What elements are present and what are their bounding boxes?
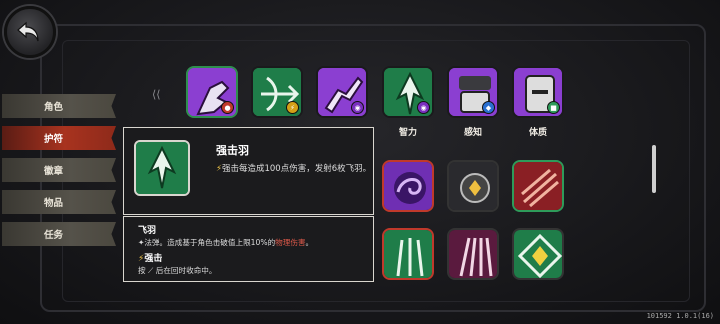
- kw-text-b: 物理伤害: [275, 238, 306, 247]
- tab-label: 护符: [44, 134, 64, 145]
- blade-fan-icon: [449, 230, 497, 278]
- tab-label: 徽章: [44, 166, 64, 177]
- back-arrow-icon: [17, 21, 39, 42]
- wand-icon: ⟋: [145, 266, 156, 275]
- tooltip-card: 强击羽 ⚡强击每造成100点伤害，发射6枚飞羽。: [123, 127, 374, 215]
- bolt-badge-icon: ⚡: [286, 101, 299, 114]
- tab-label: 任务: [44, 230, 64, 241]
- shield-badge-icon: ■: [547, 101, 560, 114]
- grid-skill-1[interactable]: [382, 160, 434, 212]
- slot-label: 智力: [398, 128, 417, 138]
- grid-skill-5[interactable]: [447, 228, 499, 280]
- desc-text: 每造成100点伤害，发射6枚飞羽。: [238, 164, 372, 174]
- tooltip-title: 强击羽: [216, 144, 249, 157]
- keyword-title: 飞羽: [138, 226, 157, 236]
- swirl-badge-icon: ◉: [417, 101, 430, 114]
- slot-skill-3[interactable]: ◉: [316, 66, 368, 118]
- gem-badge-icon: ◆: [482, 101, 495, 114]
- grid-skill-4[interactable]: [382, 228, 434, 280]
- back-button[interactable]: [4, 6, 56, 58]
- fire-badge-icon: ●: [221, 101, 234, 114]
- tab-label: 物品: [44, 198, 64, 209]
- slash-claw-icon: [514, 162, 562, 210]
- kw2-title: 强击: [144, 254, 163, 264]
- tab-quests[interactable]: 任务: [2, 222, 116, 246]
- tab-badge[interactable]: 徽章: [2, 158, 116, 182]
- slot-skill-2[interactable]: ⚡: [251, 66, 303, 118]
- tab-amulet[interactable]: 护符: [2, 126, 116, 150]
- keyword-text: 按 ⟋ 后在回时收命中。: [138, 265, 217, 276]
- grid-skill-3[interactable]: [512, 160, 564, 212]
- swirl-orb-icon: [384, 162, 432, 210]
- tab-character[interactable]: 角色: [2, 94, 116, 118]
- swirl-badge-icon: ◉: [351, 101, 364, 114]
- keyword-card: 飞羽 ✦法弹。造成基于角色击破值上限10%的物理伤害。 ⚡强击 按 ⟋ 后在回时…: [123, 216, 374, 282]
- grid-skill-6[interactable]: [512, 228, 564, 280]
- slot-label: 感知: [463, 128, 482, 138]
- tab-label: 角色: [44, 102, 64, 113]
- kw2-text-b: 后在回时收命中。: [155, 266, 217, 275]
- slot-skill-6[interactable]: ■: [512, 66, 564, 118]
- diamond-sigil-icon: [514, 230, 562, 278]
- grid-skill-2[interactable]: [447, 160, 499, 212]
- kw-text-c: 。: [305, 238, 314, 247]
- version-label: 101592 1.0.1(16): [646, 312, 714, 320]
- gear-chest-icon: [449, 162, 497, 210]
- keyword-title: ⚡强击: [138, 251, 162, 264]
- kw2-text-a: 按: [138, 266, 146, 275]
- chevron-left-icon[interactable]: ⟨⟨: [152, 88, 161, 101]
- desc-keyword: 强击: [221, 164, 239, 174]
- scrollbar[interactable]: [652, 145, 656, 193]
- tooltip-desc: ⚡强击每造成100点伤害，发射6枚飞羽。: [216, 162, 371, 174]
- kw-text-a: 法弹。造成基于角色击破值上限10%的: [144, 238, 276, 247]
- slot-label: 体质: [528, 128, 547, 138]
- slot-skill-1[interactable]: ●: [186, 66, 238, 118]
- slot-skill-4[interactable]: ◉: [382, 66, 434, 118]
- spear-volley-icon: [384, 230, 432, 278]
- slot-skill-5[interactable]: ◆: [447, 66, 499, 118]
- feather-arrow-icon: [134, 140, 190, 196]
- keyword-text: ✦法弹。造成基于角色击破值上限10%的物理伤害。: [138, 237, 313, 248]
- tab-items[interactable]: 物品: [2, 190, 116, 214]
